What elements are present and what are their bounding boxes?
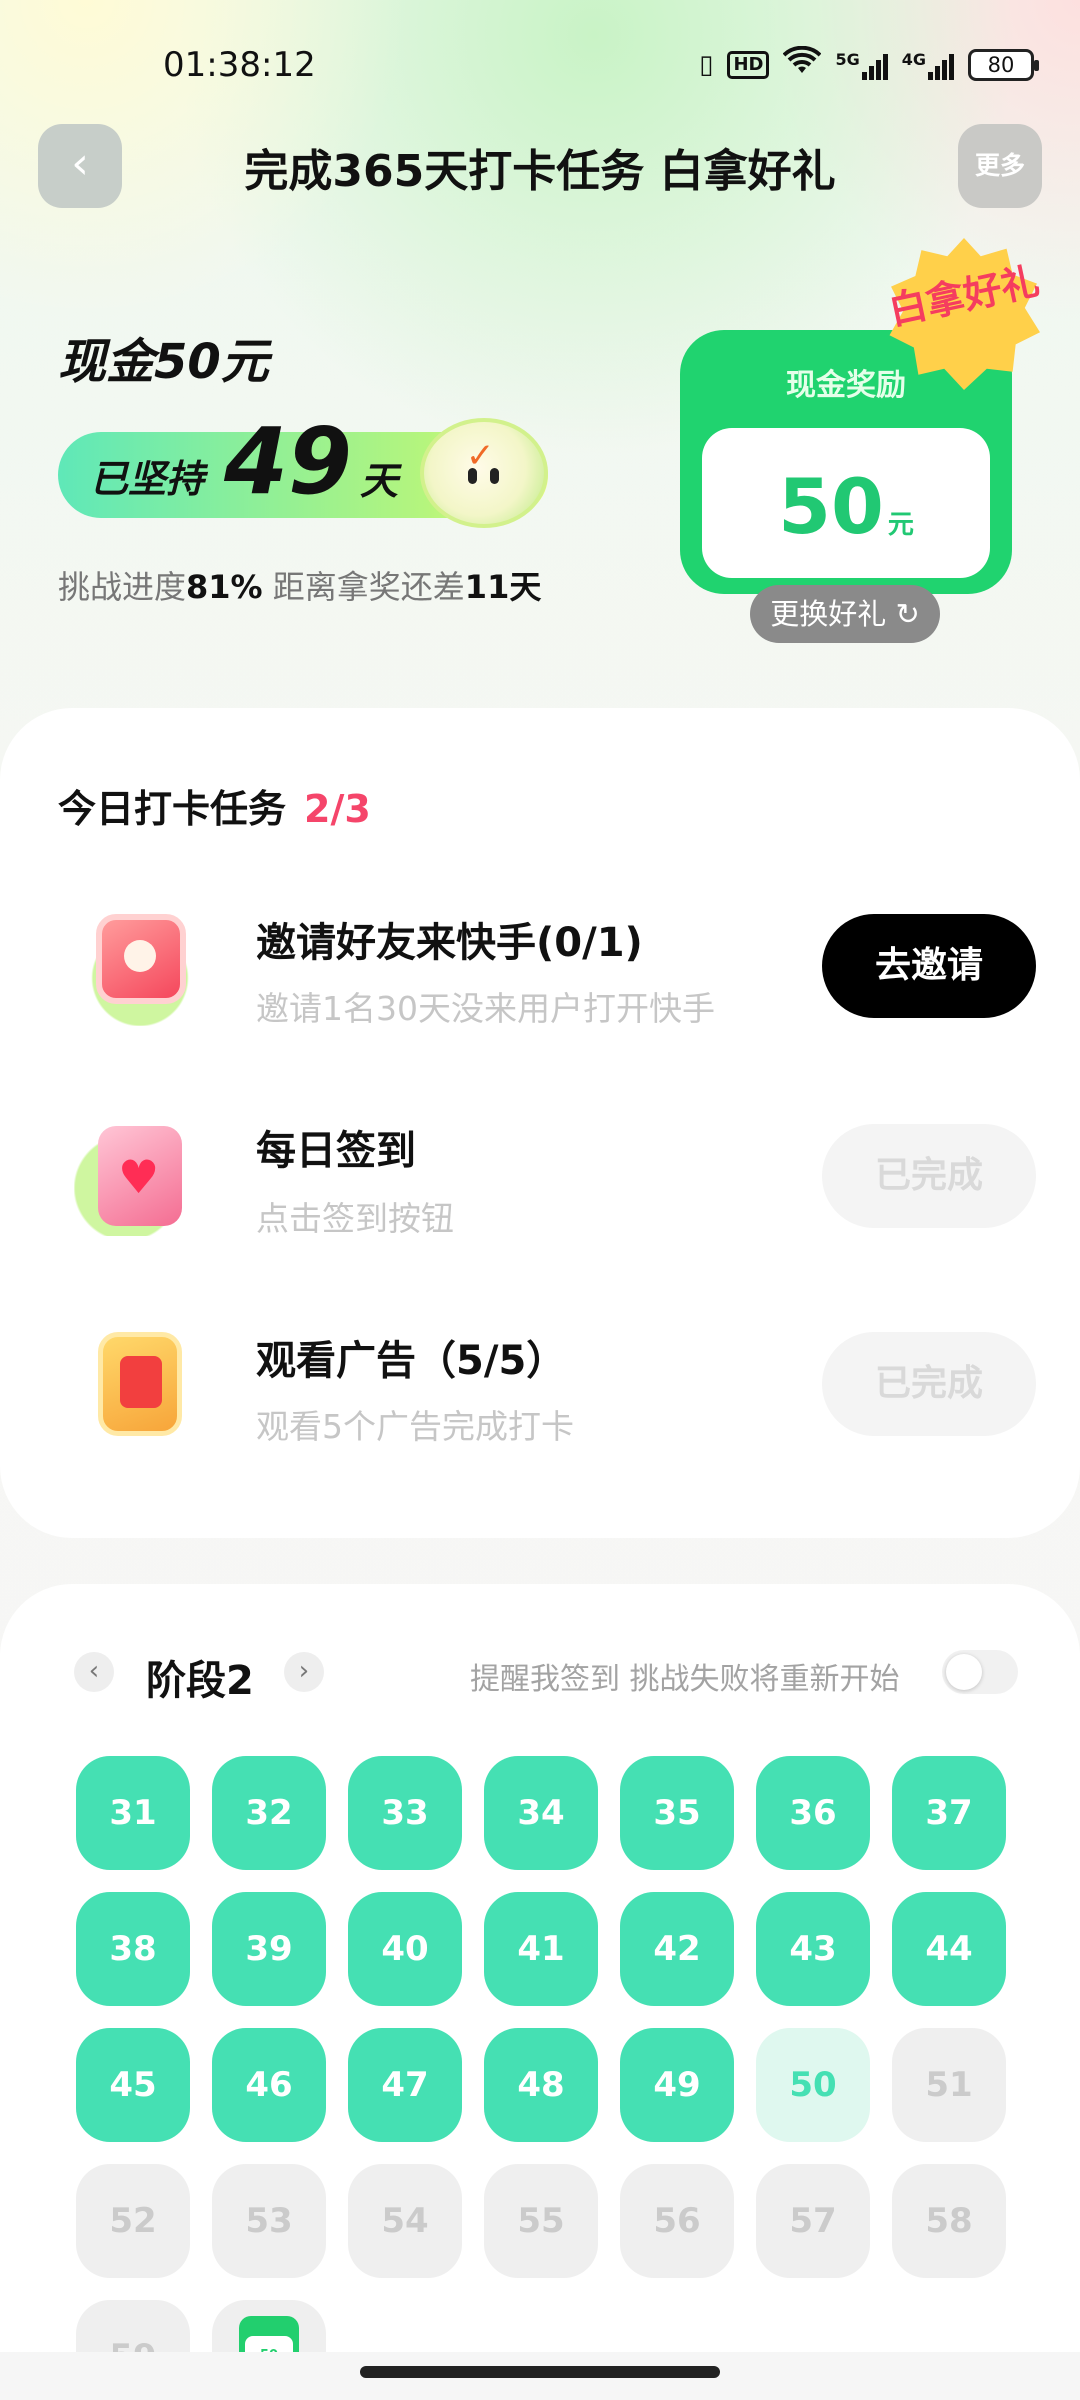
- page-title: 完成365天打卡任务 白拿好礼: [244, 146, 836, 197]
- reward-amount: 50 元: [778, 462, 914, 551]
- day-cell-done[interactable]: 49: [620, 2028, 734, 2142]
- day-cell-done[interactable]: 33: [348, 1756, 462, 1870]
- task-ads-desc: 观看5个广告完成打卡: [256, 1407, 574, 1446]
- signal-4g-icon: 4G: [902, 50, 954, 80]
- tasks-title: 今日打卡任务 2/3: [58, 787, 371, 831]
- wifi-icon: [783, 45, 822, 83]
- invite-button[interactable]: 去邀请: [822, 914, 1036, 1018]
- day-cell-done[interactable]: 48: [484, 2028, 598, 2142]
- day-cell-today[interactable]: 50: [756, 2028, 870, 2142]
- day-cell-done[interactable]: 46: [212, 2028, 326, 2142]
- task-ads-name: 观看广告（5/5）: [256, 1338, 567, 1384]
- swap-gift-button[interactable]: 更换好礼 ↻: [750, 585, 940, 643]
- battery-icon: 80: [968, 48, 1039, 81]
- status-icons: ▯ HD 5G 4G 80: [699, 45, 1039, 83]
- day-cell-done[interactable]: 45: [76, 2028, 190, 2142]
- day-cell-done[interactable]: 36: [756, 1756, 870, 1870]
- progress-text: 挑战进度81% 距离拿奖还差11天: [58, 568, 542, 606]
- day-cell-future[interactable]: 57: [756, 2164, 870, 2278]
- streak-prefix: 已坚持: [90, 457, 205, 501]
- day-cell-done[interactable]: 41: [484, 1892, 598, 2006]
- day-cell-done[interactable]: 40: [348, 1892, 462, 2006]
- day-cell-done[interactable]: 34: [484, 1756, 598, 1870]
- day-cell-future[interactable]: 54: [348, 2164, 462, 2278]
- stage-title: 阶段2: [146, 1658, 254, 1704]
- day-cell-future[interactable]: 56: [620, 2164, 734, 2278]
- checkin-done-button[interactable]: 已完成: [822, 1124, 1036, 1228]
- streak-days: 49: [224, 408, 353, 515]
- signal-5g-icon: 5G: [835, 50, 888, 80]
- remind-text: 提醒我签到 挑战失败将重新开始: [470, 1662, 900, 1697]
- day-cell-done[interactable]: 31: [76, 1756, 190, 1870]
- vibrate-icon: ▯: [699, 49, 714, 80]
- invite-friend-icon: [74, 906, 206, 1026]
- more-button[interactable]: 更多: [958, 124, 1042, 208]
- day-cell-done[interactable]: 32: [212, 1756, 326, 1870]
- day-cell-done[interactable]: 42: [620, 1892, 734, 2006]
- day-cell-future[interactable]: 58: [892, 2164, 1006, 2278]
- mascot-icon: ✓: [420, 418, 548, 528]
- day-cell-done[interactable]: 39: [212, 1892, 326, 2006]
- task-invite-name: 邀请好友来快手(0/1): [256, 920, 643, 966]
- calendar-heart-icon: ♥: [74, 1116, 206, 1236]
- day-cell-done[interactable]: 37: [892, 1756, 1006, 1870]
- status-time: 01:38:12: [163, 45, 316, 85]
- task-checkin-name: 每日签到: [256, 1128, 416, 1174]
- ads-done-button[interactable]: 已完成: [822, 1332, 1036, 1436]
- home-indicator[interactable]: [360, 2366, 720, 2378]
- day-cell-future[interactable]: 53: [212, 2164, 326, 2278]
- day-cell-future[interactable]: 52: [76, 2164, 190, 2278]
- day-cell-done[interactable]: 35: [620, 1756, 734, 1870]
- day-grid: 31 32 33 34 35 36 37 38 39 40 41 42 43 44 45 46 47 48 49 50…: [76, 1756, 1006, 2400]
- day-cell-done[interactable]: 47: [348, 2028, 462, 2142]
- prev-stage-button[interactable]: ‹: [74, 1652, 114, 1692]
- next-stage-button[interactable]: ›: [284, 1652, 324, 1692]
- task-checkin-desc: 点击签到按钮: [256, 1199, 454, 1238]
- day-cell-done[interactable]: 44: [892, 1892, 1006, 2006]
- gift-box-icon: [74, 1324, 206, 1444]
- hd-icon: HD: [727, 50, 770, 79]
- day-cell-done[interactable]: 38: [76, 1892, 190, 2006]
- day-cell-future[interactable]: 55: [484, 2164, 598, 2278]
- day-cell-future[interactable]: 51: [892, 2028, 1006, 2142]
- cash-title: 现金50元: [58, 334, 269, 390]
- task-invite-desc: 邀请1名30天没来用户打开快手: [256, 989, 715, 1028]
- streak-suffix: 天: [360, 459, 399, 503]
- remind-toggle[interactable]: [942, 1650, 1018, 1694]
- day-cell-done[interactable]: 43: [756, 1892, 870, 2006]
